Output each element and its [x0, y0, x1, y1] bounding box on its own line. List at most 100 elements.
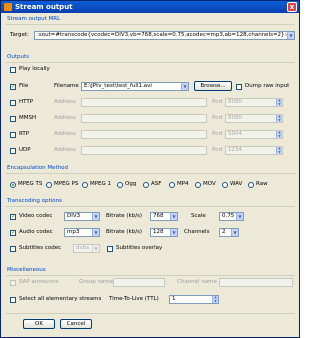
chevron-down-icon[interactable]: ▼: [92, 213, 99, 220]
rtp-checkbox[interactable]: [10, 132, 16, 138]
window-title: Stream output: [15, 3, 73, 11]
audio-codec-label: Audio codec: [19, 229, 53, 235]
target-mrl-field[interactable]: :sout=#transcode{vcodec=DIV3,vb=768,scal…: [34, 31, 295, 40]
video-codec-label: Video codec: [19, 213, 53, 219]
group-name-input[interactable]: [113, 278, 165, 287]
encap-radio-mp4[interactable]: [169, 182, 175, 188]
udp-address-input[interactable]: [81, 146, 207, 155]
section-mrl-title: Stream output MRL: [7, 16, 61, 22]
select-all-streams-checkbox[interactable]: [10, 297, 16, 303]
encap-label-raw: Raw: [256, 181, 268, 187]
audio-bitrate-value: 128: [153, 229, 164, 235]
http-label: HTTP: [19, 99, 34, 105]
encap-radio-asf[interactable]: [143, 182, 149, 188]
close-button[interactable]: x: [287, 2, 297, 12]
spin-arrows-icon[interactable]: ▲ ▼: [276, 147, 282, 154]
encap-radio-raw[interactable]: [248, 182, 254, 188]
ttl-input[interactable]: 1 ▲ ▼: [169, 295, 219, 304]
audio-codec-combo[interactable]: mp3 ▼: [64, 228, 100, 237]
chevron-down-icon[interactable]: ▼: [231, 229, 238, 236]
vlc-cone-icon: [4, 3, 12, 11]
filename-value: E:\JPtv_test\test_full1.avi: [84, 83, 152, 89]
encap-label-asf: ASF: [151, 181, 162, 187]
divider: [6, 313, 295, 314]
rtp-label: RTP: [19, 131, 30, 137]
encap-radio-mpeg-ts[interactable]: [10, 182, 16, 188]
encap-label-mp4: MP4: [177, 181, 189, 187]
mmsh-port-label: Port: [212, 115, 223, 121]
browse-button[interactable]: Browse...: [194, 81, 232, 91]
scale-label: Scale: [191, 213, 206, 219]
encap-label-mpeg-ps: MPEG PS: [54, 181, 79, 187]
subtitles-codec-checkbox[interactable]: [10, 246, 16, 252]
subtitles-codec-value: dvbs: [76, 245, 90, 251]
encap-label-wav: WAV: [230, 181, 243, 187]
ttl-value: 1: [172, 296, 176, 302]
chevron-down-icon[interactable]: ▼: [92, 229, 99, 236]
encap-radio-mpeg-ps[interactable]: [46, 182, 52, 188]
dump-raw-label: Dump raw input: [245, 83, 290, 89]
chevron-down-icon[interactable]: ▼: [170, 213, 177, 220]
select-all-streams-label: Select all elementary streams: [19, 296, 102, 302]
divider: [6, 173, 295, 174]
channel-name-label: Channel name: [177, 279, 217, 285]
http-checkbox[interactable]: [10, 100, 16, 106]
ok-button[interactable]: OK: [23, 319, 55, 329]
encap-radio-mov[interactable]: [195, 182, 201, 188]
video-bitrate-value: 768: [153, 213, 164, 219]
divider: [6, 206, 295, 207]
udp-port-input[interactable]: 1234 ▲ ▼: [225, 146, 283, 155]
video-codec-combo[interactable]: DIV3 ▼: [64, 212, 100, 221]
audio-bitrate-combo[interactable]: 128 ▼: [150, 228, 178, 237]
audio-codec-checkbox[interactable]: [10, 229, 16, 236]
filename-combo[interactable]: E:\JPtv_test\test_full1.avi ▼: [81, 82, 189, 91]
play-locally-checkbox[interactable]: [10, 67, 16, 73]
scale-combo[interactable]: 0.75 ▼: [219, 212, 244, 221]
spin-arrows-icon[interactable]: ▲ ▼: [276, 99, 282, 106]
encap-radio-wav[interactable]: [222, 182, 228, 188]
divider: [6, 62, 295, 63]
encap-radio-mpeg-1[interactable]: [82, 182, 88, 188]
channels-label: Channels: [184, 229, 210, 235]
spin-arrows-icon[interactable]: ▲ ▼: [276, 131, 282, 138]
http-port-input[interactable]: 8080 ▲ ▼: [225, 98, 283, 107]
sap-label: SAP announce: [19, 279, 59, 285]
udp-port-label: Port: [212, 147, 223, 153]
section-transcoding-title: Transcoding options: [7, 198, 62, 204]
chevron-down-icon[interactable]: ▼: [287, 32, 294, 39]
mmsh-port-input[interactable]: 8080 ▲ ▼: [225, 114, 283, 123]
target-label: Target:: [10, 32, 29, 38]
dump-raw-checkbox[interactable]: [236, 84, 242, 90]
subtitles-overlay-checkbox[interactable]: [107, 246, 113, 252]
rtp-address-input[interactable]: [81, 130, 207, 139]
rtp-port-value: 5004: [228, 131, 242, 137]
channel-name-input[interactable]: [219, 278, 293, 287]
mmsh-checkbox[interactable]: [10, 116, 16, 122]
encap-radio-ogg[interactable]: [117, 182, 123, 188]
file-checkbox[interactable]: [10, 83, 16, 90]
http-address-input[interactable]: [81, 98, 207, 107]
video-codec-checkbox[interactable]: [10, 213, 16, 220]
mmsh-address-input[interactable]: [81, 114, 207, 123]
channels-combo[interactable]: 2 ▼: [219, 228, 239, 237]
udp-address-label: Address: [54, 147, 76, 153]
subtitles-codec-combo[interactable]: dvbs ▼: [73, 244, 100, 253]
chevron-down-icon[interactable]: ▼: [170, 229, 177, 236]
rtp-port-label: Port: [212, 131, 223, 137]
chevron-down-icon[interactable]: ▼: [92, 245, 99, 252]
chevron-down-icon[interactable]: ▼: [236, 213, 243, 220]
cancel-button[interactable]: Cancel: [60, 319, 92, 329]
mmsh-address-label: Address: [54, 115, 76, 121]
chevron-down-icon[interactable]: ▼: [181, 83, 188, 90]
title-bar: Stream output x: [1, 1, 299, 13]
video-bitrate-combo[interactable]: 768 ▼: [150, 212, 178, 221]
udp-checkbox[interactable]: [10, 148, 16, 154]
mmsh-label: MMSH: [19, 115, 37, 121]
play-locally-label: Play locally: [19, 66, 50, 72]
subtitles-overlay-label: Subtitles overlay: [116, 245, 163, 251]
subtitles-codec-label: Subtitles codec: [19, 245, 62, 251]
spin-arrows-icon[interactable]: ▲ ▼: [276, 115, 282, 122]
sap-checkbox[interactable]: [10, 280, 16, 286]
rtp-port-input[interactable]: 5004 ▲ ▼: [225, 130, 283, 139]
spin-arrows-icon[interactable]: ▲ ▼: [212, 296, 218, 303]
